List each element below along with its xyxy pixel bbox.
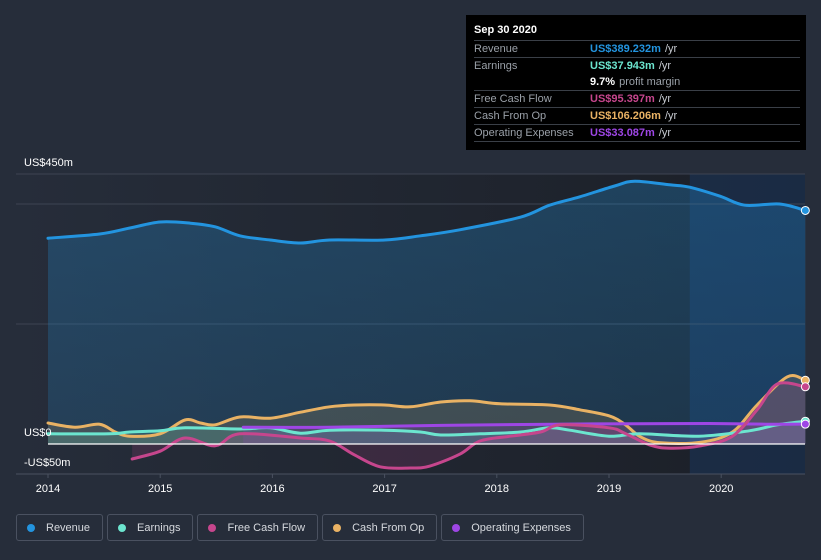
tooltip-label: Operating Expenses: [474, 127, 574, 139]
tooltip-value: US$33.087m: [590, 127, 655, 139]
legend-item-revenue[interactable]: Revenue: [16, 514, 104, 541]
tooltip-unit: /yr: [658, 93, 672, 105]
x-axis-ticks: 2014 2015 2016 2017 2018 2019 2020: [36, 474, 733, 495]
free-cash-flow-dot-icon: [208, 523, 217, 532]
x-tick-label: 2017: [372, 483, 396, 495]
tooltip-value: US$37.943m: [590, 60, 655, 72]
tooltip-unit: /yr: [658, 60, 672, 72]
revenue-dot-icon: [27, 523, 35, 532]
tooltip-label: Free Cash Flow: [474, 93, 552, 105]
x-tick-label: 2020: [709, 483, 733, 495]
tooltip-value: US$106.206m: [590, 110, 661, 122]
legend-label: Earnings: [137, 521, 181, 534]
tooltip-row-revenue: Revenue US$389.232m /yr: [474, 41, 800, 58]
tooltip-value: US$95.397m: [590, 93, 655, 105]
operating-expenses-dot-icon: [452, 523, 461, 532]
operating-expenses-endpoint: [800, 419, 810, 429]
legend-label: Cash From Op: [352, 521, 425, 534]
earnings-dot-icon: [118, 523, 127, 532]
tooltip-row-earnings: Earnings US$37.943m /yr: [474, 58, 800, 74]
tooltip-value: US$389.232m: [590, 43, 661, 55]
tooltip-unit: /yr: [658, 127, 672, 139]
legend-label: Free Cash Flow: [227, 521, 306, 534]
x-tick-label: 2014: [36, 483, 60, 495]
cash-from-op-dot-icon: [333, 523, 342, 532]
y-axis-label: -US$50m: [24, 457, 70, 469]
x-tick-label: 2018: [485, 483, 509, 495]
legend-label: Operating Expenses: [471, 521, 571, 534]
revenue-endpoint: [800, 205, 810, 215]
x-tick-label: 2015: [148, 483, 172, 495]
legend-item-cash-from-op[interactable]: Cash From Op: [322, 514, 438, 541]
y-axis-label: US$0: [24, 427, 52, 439]
legend: Revenue Earnings Free Cash Flow Cash Fro…: [16, 514, 584, 541]
tooltip-unit: /yr: [664, 110, 678, 122]
legend-item-earnings[interactable]: Earnings: [107, 514, 194, 541]
profit-margin-value: 9.7%: [590, 76, 616, 88]
tooltip-row-cash-from-op: Cash From Op US$106.206m /yr: [474, 108, 800, 125]
tooltip-panel: Sep 30 2020 Revenue US$389.232m /yr Earn…: [466, 15, 806, 150]
tooltip-label: Cash From Op: [474, 110, 547, 122]
tooltip-row-profit-margin: 9.7% profit margin: [474, 74, 800, 91]
legend-label: Revenue: [46, 521, 91, 534]
x-tick-label: 2016: [260, 483, 284, 495]
tooltip-unit: /yr: [664, 43, 678, 55]
free-cash-flow-endpoint: [800, 382, 810, 392]
legend-item-free-cash-flow[interactable]: Free Cash Flow: [197, 514, 319, 541]
legend-item-operating-expenses[interactable]: Operating Expenses: [441, 514, 584, 541]
x-tick-label: 2019: [597, 483, 621, 495]
tooltip-label: [474, 74, 590, 90]
tooltip-label: Earnings: [474, 60, 518, 72]
tooltip-row-operating-expenses: Operating Expenses US$33.087m /yr: [474, 125, 800, 142]
tooltip-label: Revenue: [474, 43, 519, 55]
tooltip-date: Sep 30 2020: [474, 21, 800, 41]
tooltip-row-free-cash-flow: Free Cash Flow US$95.397m /yr: [474, 91, 800, 108]
y-axis-label: US$450m: [24, 157, 73, 169]
profit-margin-text: profit margin: [619, 76, 681, 88]
